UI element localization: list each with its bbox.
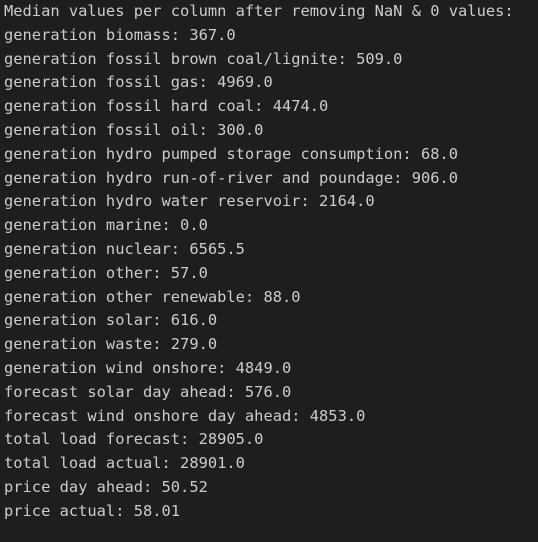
output-line: generation hydro pumped storage consumpt… [4, 144, 459, 163]
output-line: generation fossil gas: 4969.0 [4, 73, 273, 92]
output-line: generation marine: 0.0 [4, 216, 208, 235]
output-line: total load forecast: 28905.0 [4, 430, 264, 449]
output-line: forecast wind onshore day ahead: 4853.0 [4, 406, 366, 425]
output-header: Median values per column after removing … [4, 2, 514, 20]
output-line: generation nuclear: 6565.5 [4, 239, 245, 258]
output-line: generation solar: 616.0 [4, 311, 218, 330]
terminal-output-panel: Median values per column after removing … [0, 0, 538, 542]
output-line: generation hydro water reservoir: 2164.0 [4, 192, 375, 211]
output-text: Median values per column after removing … [4, 0, 538, 524]
output-line: generation fossil oil: 300.0 [4, 120, 264, 139]
output-line: generation wind onshore: 4849.0 [4, 358, 292, 377]
output-line: generation fossil hard coal: 4474.0 [4, 97, 329, 116]
output-line: price actual: 58.01 [4, 501, 181, 520]
output-line: forecast solar day ahead: 576.0 [4, 382, 292, 401]
output-line: price day ahead: 50.52 [4, 477, 208, 496]
output-line: generation hydro run-of-river and pounda… [4, 168, 459, 187]
output-line: generation other: 57.0 [4, 263, 208, 282]
output-line: generation biomass: 367.0 [4, 25, 236, 44]
output-line: generation waste: 279.0 [4, 335, 218, 354]
output-line: generation fossil brown coal/lignite: 50… [4, 49, 403, 68]
output-line: total load actual: 28901.0 [4, 454, 245, 473]
output-line: generation other renewable: 88.0 [4, 287, 301, 306]
